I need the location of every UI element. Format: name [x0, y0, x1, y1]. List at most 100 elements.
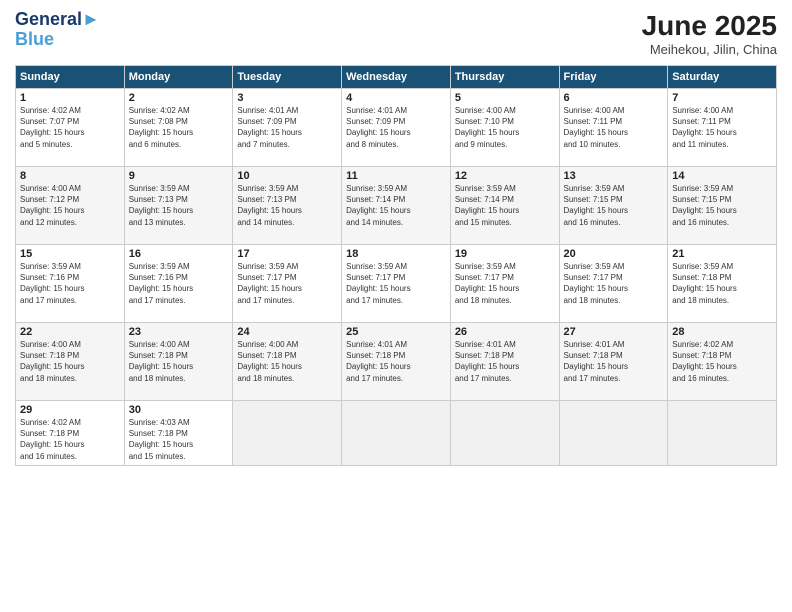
- calendar-cell: 21Sunrise: 3:59 AMSunset: 7:18 PMDayligh…: [668, 245, 777, 323]
- day-number: 27: [564, 326, 664, 338]
- day-number: 11: [346, 170, 446, 182]
- location: Meihekou, Jilin, China: [642, 42, 777, 57]
- day-number: 21: [672, 248, 772, 260]
- calendar-cell: 3Sunrise: 4:01 AMSunset: 7:09 PMDaylight…: [233, 89, 342, 167]
- day-number: 29: [20, 404, 120, 416]
- calendar-cell: 20Sunrise: 3:59 AMSunset: 7:17 PMDayligh…: [559, 245, 668, 323]
- calendar-cell: 13Sunrise: 3:59 AMSunset: 7:15 PMDayligh…: [559, 167, 668, 245]
- day-info: Sunrise: 3:59 AMSunset: 7:14 PMDaylight:…: [455, 183, 555, 228]
- title-block: June 2025 Meihekou, Jilin, China: [642, 10, 777, 57]
- day-info: Sunrise: 4:02 AMSunset: 7:18 PMDaylight:…: [672, 339, 772, 384]
- weekday-header: Wednesday: [342, 66, 451, 89]
- day-info: Sunrise: 4:01 AMSunset: 7:18 PMDaylight:…: [346, 339, 446, 384]
- weekday-header: Thursday: [450, 66, 559, 89]
- day-info: Sunrise: 3:59 AMSunset: 7:18 PMDaylight:…: [672, 261, 772, 306]
- day-number: 24: [237, 326, 337, 338]
- calendar-cell: 16Sunrise: 3:59 AMSunset: 7:16 PMDayligh…: [124, 245, 233, 323]
- day-number: 10: [237, 170, 337, 182]
- day-number: 26: [455, 326, 555, 338]
- day-info: Sunrise: 4:00 AMSunset: 7:18 PMDaylight:…: [20, 339, 120, 384]
- calendar-cell: 6Sunrise: 4:00 AMSunset: 7:11 PMDaylight…: [559, 89, 668, 167]
- calendar-cell: 9Sunrise: 3:59 AMSunset: 7:13 PMDaylight…: [124, 167, 233, 245]
- weekday-header: Friday: [559, 66, 668, 89]
- calendar-cell: 24Sunrise: 4:00 AMSunset: 7:18 PMDayligh…: [233, 323, 342, 401]
- day-number: 17: [237, 248, 337, 260]
- weekday-header-row: SundayMondayTuesdayWednesdayThursdayFrid…: [16, 66, 777, 89]
- day-info: Sunrise: 4:01 AMSunset: 7:18 PMDaylight:…: [564, 339, 664, 384]
- day-info: Sunrise: 3:59 AMSunset: 7:16 PMDaylight:…: [20, 261, 120, 306]
- calendar-cell: 5Sunrise: 4:00 AMSunset: 7:10 PMDaylight…: [450, 89, 559, 167]
- day-number: 3: [237, 92, 337, 104]
- day-info: Sunrise: 4:00 AMSunset: 7:18 PMDaylight:…: [129, 339, 229, 384]
- calendar-week-row: 29Sunrise: 4:02 AMSunset: 7:18 PMDayligh…: [16, 401, 777, 466]
- day-number: 6: [564, 92, 664, 104]
- day-info: Sunrise: 4:00 AMSunset: 7:10 PMDaylight:…: [455, 105, 555, 150]
- calendar-cell: 26Sunrise: 4:01 AMSunset: 7:18 PMDayligh…: [450, 323, 559, 401]
- day-info: Sunrise: 4:01 AMSunset: 7:18 PMDaylight:…: [455, 339, 555, 384]
- day-number: 13: [564, 170, 664, 182]
- calendar-cell: 25Sunrise: 4:01 AMSunset: 7:18 PMDayligh…: [342, 323, 451, 401]
- calendar-week-row: 15Sunrise: 3:59 AMSunset: 7:16 PMDayligh…: [16, 245, 777, 323]
- day-info: Sunrise: 4:03 AMSunset: 7:18 PMDaylight:…: [129, 417, 229, 462]
- day-info: Sunrise: 4:00 AMSunset: 7:11 PMDaylight:…: [672, 105, 772, 150]
- calendar-cell: 15Sunrise: 3:59 AMSunset: 7:16 PMDayligh…: [16, 245, 125, 323]
- calendar-cell: 10Sunrise: 3:59 AMSunset: 7:13 PMDayligh…: [233, 167, 342, 245]
- day-number: 9: [129, 170, 229, 182]
- calendar-cell: 22Sunrise: 4:00 AMSunset: 7:18 PMDayligh…: [16, 323, 125, 401]
- logo-text: General►: [15, 10, 100, 30]
- calendar-cell: 19Sunrise: 3:59 AMSunset: 7:17 PMDayligh…: [450, 245, 559, 323]
- day-info: Sunrise: 4:01 AMSunset: 7:09 PMDaylight:…: [237, 105, 337, 150]
- page: General► Blue June 2025 Meihekou, Jilin,…: [0, 0, 792, 612]
- day-number: 2: [129, 92, 229, 104]
- day-info: Sunrise: 4:01 AMSunset: 7:09 PMDaylight:…: [346, 105, 446, 150]
- day-info: Sunrise: 3:59 AMSunset: 7:15 PMDaylight:…: [564, 183, 664, 228]
- day-info: Sunrise: 4:02 AMSunset: 7:18 PMDaylight:…: [20, 417, 120, 462]
- calendar-cell: 28Sunrise: 4:02 AMSunset: 7:18 PMDayligh…: [668, 323, 777, 401]
- weekday-header: Saturday: [668, 66, 777, 89]
- day-number: 15: [20, 248, 120, 260]
- day-number: 1: [20, 92, 120, 104]
- day-info: Sunrise: 3:59 AMSunset: 7:17 PMDaylight:…: [564, 261, 664, 306]
- day-info: Sunrise: 4:02 AMSunset: 7:07 PMDaylight:…: [20, 105, 120, 150]
- day-number: 8: [20, 170, 120, 182]
- month-title: June 2025: [642, 10, 777, 42]
- logo-blue: Blue: [15, 30, 100, 50]
- day-info: Sunrise: 3:59 AMSunset: 7:15 PMDaylight:…: [672, 183, 772, 228]
- day-number: 19: [455, 248, 555, 260]
- calendar-cell: 17Sunrise: 3:59 AMSunset: 7:17 PMDayligh…: [233, 245, 342, 323]
- weekday-header: Tuesday: [233, 66, 342, 89]
- calendar-cell: 30Sunrise: 4:03 AMSunset: 7:18 PMDayligh…: [124, 401, 233, 466]
- calendar: SundayMondayTuesdayWednesdayThursdayFrid…: [15, 65, 777, 466]
- day-info: Sunrise: 3:59 AMSunset: 7:17 PMDaylight:…: [237, 261, 337, 306]
- day-info: Sunrise: 3:59 AMSunset: 7:17 PMDaylight:…: [346, 261, 446, 306]
- calendar-week-row: 8Sunrise: 4:00 AMSunset: 7:12 PMDaylight…: [16, 167, 777, 245]
- calendar-cell: 23Sunrise: 4:00 AMSunset: 7:18 PMDayligh…: [124, 323, 233, 401]
- day-info: Sunrise: 3:59 AMSunset: 7:16 PMDaylight:…: [129, 261, 229, 306]
- calendar-cell: [233, 401, 342, 466]
- logo: General► Blue: [15, 10, 100, 50]
- day-number: 18: [346, 248, 446, 260]
- calendar-cell: 8Sunrise: 4:00 AMSunset: 7:12 PMDaylight…: [16, 167, 125, 245]
- calendar-cell: [450, 401, 559, 466]
- day-number: 20: [564, 248, 664, 260]
- day-info: Sunrise: 4:00 AMSunset: 7:18 PMDaylight:…: [237, 339, 337, 384]
- header: General► Blue June 2025 Meihekou, Jilin,…: [15, 10, 777, 57]
- calendar-cell: 14Sunrise: 3:59 AMSunset: 7:15 PMDayligh…: [668, 167, 777, 245]
- calendar-cell: 11Sunrise: 3:59 AMSunset: 7:14 PMDayligh…: [342, 167, 451, 245]
- day-number: 14: [672, 170, 772, 182]
- calendar-week-row: 1Sunrise: 4:02 AMSunset: 7:07 PMDaylight…: [16, 89, 777, 167]
- day-number: 5: [455, 92, 555, 104]
- calendar-cell: [668, 401, 777, 466]
- calendar-cell: 18Sunrise: 3:59 AMSunset: 7:17 PMDayligh…: [342, 245, 451, 323]
- day-number: 25: [346, 326, 446, 338]
- day-number: 22: [20, 326, 120, 338]
- day-info: Sunrise: 3:59 AMSunset: 7:17 PMDaylight:…: [455, 261, 555, 306]
- day-info: Sunrise: 4:00 AMSunset: 7:12 PMDaylight:…: [20, 183, 120, 228]
- weekday-header: Monday: [124, 66, 233, 89]
- calendar-cell: 2Sunrise: 4:02 AMSunset: 7:08 PMDaylight…: [124, 89, 233, 167]
- calendar-cell: 7Sunrise: 4:00 AMSunset: 7:11 PMDaylight…: [668, 89, 777, 167]
- calendar-cell: 12Sunrise: 3:59 AMSunset: 7:14 PMDayligh…: [450, 167, 559, 245]
- day-info: Sunrise: 3:59 AMSunset: 7:14 PMDaylight:…: [346, 183, 446, 228]
- calendar-cell: [559, 401, 668, 466]
- calendar-week-row: 22Sunrise: 4:00 AMSunset: 7:18 PMDayligh…: [16, 323, 777, 401]
